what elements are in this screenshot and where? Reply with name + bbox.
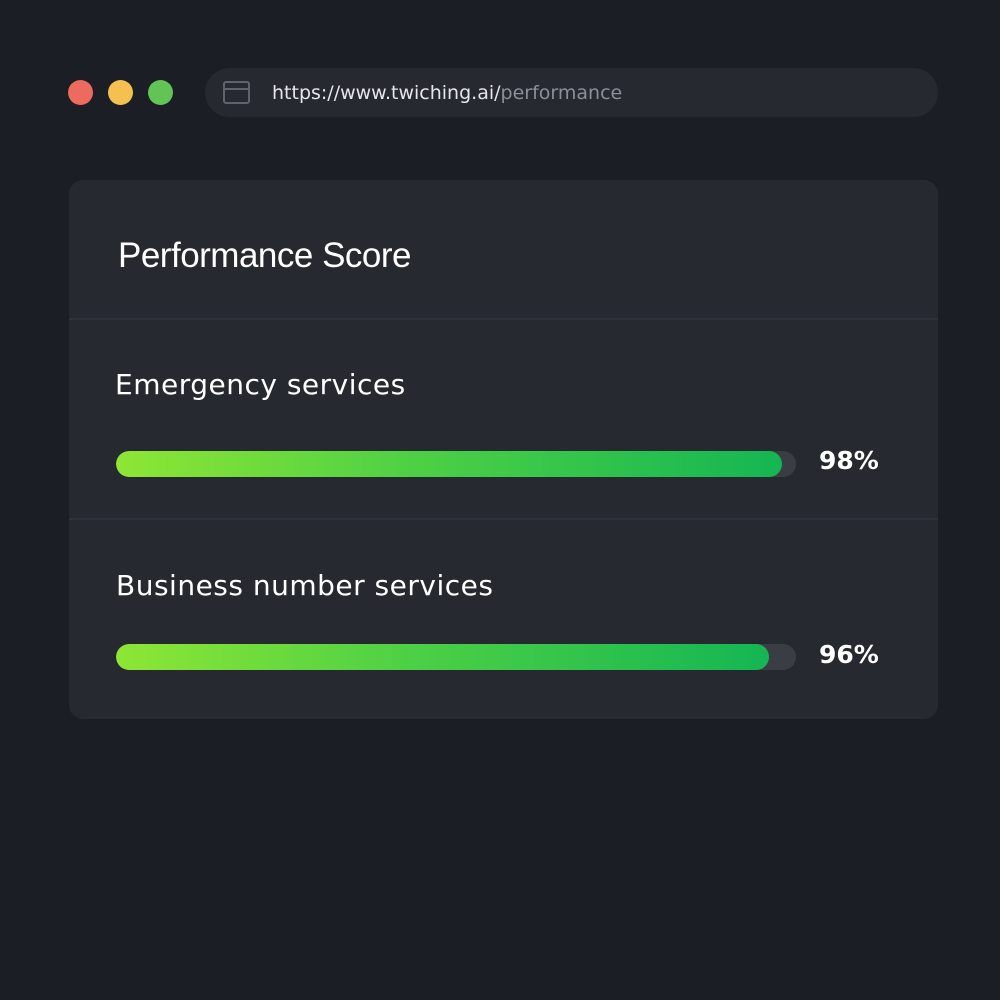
- url-text[interactable]: https://www.twiching.ai/performance: [272, 82, 622, 104]
- divider: [69, 318, 938, 320]
- metric-label-business: Business number services: [116, 569, 494, 602]
- minimize-dot-icon[interactable]: [108, 80, 133, 105]
- browser-tab-icon: [223, 81, 250, 104]
- performance-card: Performance Score Emergency services 98%…: [69, 180, 938, 719]
- progress-fill-emergency: [116, 451, 783, 477]
- maximize-dot-icon[interactable]: [148, 80, 173, 105]
- progress-track-emergency: [116, 451, 796, 477]
- metric-value-emergency: 98%: [819, 446, 879, 475]
- close-dot-icon[interactable]: [68, 80, 93, 105]
- divider: [69, 518, 938, 520]
- url-path: performance: [500, 81, 623, 104]
- metric-label-emergency: Emergency services: [115, 368, 406, 401]
- url-base: https://www.twiching.ai/: [272, 81, 501, 104]
- window-controls: [68, 80, 173, 105]
- metric-value-business: 96%: [819, 640, 879, 669]
- progress-track-business: [116, 644, 796, 670]
- card-title: Performance Score: [118, 236, 412, 275]
- progress-fill-business: [116, 644, 769, 670]
- address-bar[interactable]: https://www.twiching.ai/performance: [205, 68, 938, 117]
